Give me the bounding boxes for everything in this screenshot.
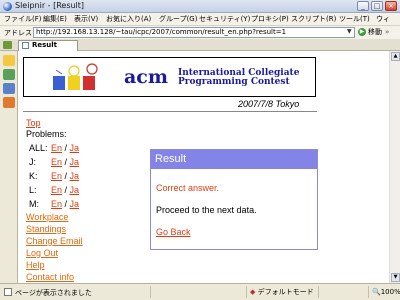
zoom-icon: 🔍 [372,288,381,296]
window-title: Sleipnir - [Result] [15,1,85,10]
nav-workplace-link[interactable]: Workplace [26,212,68,222]
problem-label-m: M: [29,199,39,209]
problem-label-all: ALL: [29,143,48,153]
page-status-icon [4,288,12,296]
clip-panel-icon[interactable] [3,97,15,108]
problem-l-en-link[interactable]: En [51,185,62,195]
go-back-link[interactable]: Go Back [156,227,191,237]
nav-standings-link[interactable]: Standings [26,224,66,234]
nav-contact-link[interactable]: Contact info [26,272,74,282]
address-bar: アドレス http://192.168.13.128/~tau/icpc/200… [0,25,400,39]
go-label: 移動 [368,28,382,36]
status-text: ページが表示されました [15,289,92,297]
history-icon[interactable] [3,69,15,80]
problem-k-en-link[interactable]: En [51,171,62,181]
problem-all-ja-link[interactable]: Ja [70,143,80,153]
problem-all-en-link[interactable]: En [51,143,62,153]
status-cell-extra [318,286,368,298]
favorites-star-icon[interactable] [3,55,15,66]
vertical-scrollbar[interactable]: ▲ ▼ [389,51,400,283]
problem-j-ja-link[interactable]: Ja [70,157,80,167]
contest-title: International Collegiate Programming Con… [178,69,299,87]
menu-group[interactable]: グループ(G) [159,14,197,24]
sleipnir-app-icon [3,2,12,11]
menu-window[interactable]: ウィ [376,14,390,24]
problem-l-sep: / [62,185,70,195]
problem-k-sep: / [62,171,70,181]
address-label: アドレス [4,29,32,37]
tab-menu-icon[interactable] [3,41,12,49]
divider [23,111,317,112]
problem-all-sep: / [62,143,70,153]
problem-label-k: K: [29,171,38,181]
page-viewport: acm International Collegiate Programming… [18,51,389,283]
toolbar-chevron-icon[interactable]: » [385,28,389,36]
zoom-control[interactable]: 🔍100% [368,286,400,298]
nav-top-link[interactable]: Top [26,118,41,128]
result-dialog-title: Result [151,150,317,169]
status-bar: ページが表示されました ◆ デフォルトモード 🔍100% [0,283,400,300]
problem-j-sep: / [62,157,70,167]
close-button[interactable]: × [385,1,397,11]
rss-panel-icon[interactable] [3,83,15,94]
minimize-button[interactable]: _ [357,1,369,11]
status-mode-label: デフォルトモード [257,288,314,296]
problem-links-m: En / Ja [51,199,79,209]
tab-label: Result [32,41,58,49]
contest-date: 2007/7/8 Tokyo [238,99,300,109]
go-arrow-icon: ▶ [358,28,366,36]
tab-strip: Result [0,39,400,51]
nav-logout-link[interactable]: Log Out [26,248,58,258]
scroll-up-icon[interactable]: ▲ [391,52,400,61]
menu-tools[interactable]: ツール(T) [339,14,370,24]
problem-links-all: En / Ja [51,143,79,153]
address-input[interactable]: http://192.168.13.128/~tau/icpc/2007/com… [33,27,355,38]
menu-proxy[interactable]: プロキシ(P) [251,14,289,24]
address-dropdown-icon[interactable]: ▼ [347,28,352,35]
menu-bar: ファイル(F) 編集(E) 表示(V) お気に入り(A) グループ(G) セキュ… [0,13,400,25]
menu-edit[interactable]: 編集(E) [43,14,67,24]
problem-m-en-link[interactable]: En [51,199,62,209]
problem-label-l: L: [29,185,37,195]
page-icon [22,42,29,49]
zoom-value: 100% [380,288,400,296]
menu-script[interactable]: スクリプト(R) [291,14,336,24]
nav-change-email-link[interactable]: Change Email [26,236,83,246]
problem-l-ja-link[interactable]: Ja [70,185,80,195]
problem-links-k: En / Ja [51,171,79,181]
menu-security[interactable]: セキュリティ(Y) [199,14,250,24]
problem-m-sep: / [62,199,70,209]
result-dialog: Result Correct answer. Proceed to the ne… [150,149,318,250]
result-next-text: Proceed to the next data. [156,205,257,215]
problem-links-l: En / Ja [51,185,79,195]
shield-icon: ◆ [250,288,256,296]
nav-help-link[interactable]: Help [26,260,45,270]
status-cell-empty [150,286,230,298]
problem-label-j: J: [29,157,37,167]
problem-j-en-link[interactable]: En [51,157,62,167]
menu-favorites[interactable]: お気に入り(A) [106,14,151,24]
scroll-down-icon[interactable]: ▼ [391,273,400,282]
problem-links-j: En / Ja [51,157,79,167]
maximize-button[interactable]: □ [371,1,383,11]
contest-title-line2: Programming Contest [178,77,290,87]
problems-label: Problems: [26,129,67,139]
icpc-logo-icon [53,63,98,90]
tab-result[interactable]: Result [18,40,78,51]
menu-file[interactable]: ファイル(F) [4,14,42,24]
icpc-banner: acm International Collegiate Programming… [23,57,316,97]
acm-logo-text: acm [124,66,168,88]
menu-view[interactable]: 表示(V) [74,14,98,24]
sidebar-panel [0,51,18,283]
go-button[interactable]: ▶ 移動 [358,27,382,38]
status-mode[interactable]: ◆ デフォルトモード [246,286,316,298]
window-titlebar[interactable]: Sleipnir - [Result] _ □ × [0,0,400,13]
problem-m-ja-link[interactable]: Ja [70,199,80,209]
result-message: Correct answer. [156,183,220,193]
problem-k-ja-link[interactable]: Ja [70,171,80,181]
